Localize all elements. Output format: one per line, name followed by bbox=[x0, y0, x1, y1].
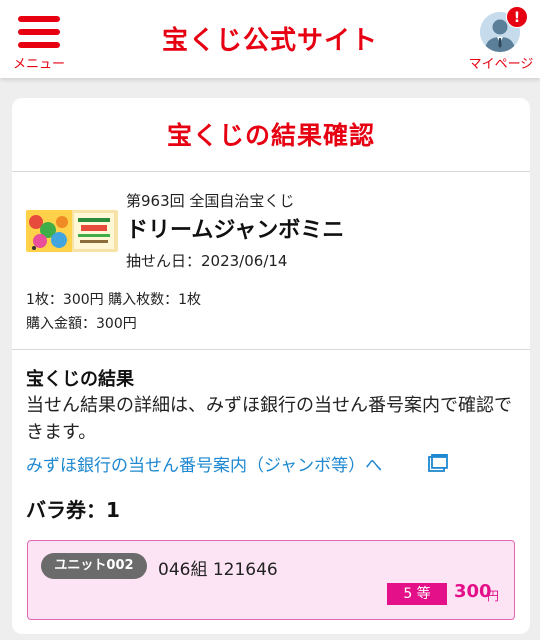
app-header: メニュー 宝くじ公式サイト ! マイページ bbox=[0, 0, 540, 78]
menu-button[interactable]: メニュー bbox=[8, 12, 70, 72]
lottery-name: ドリームジャンボミニ bbox=[126, 218, 345, 243]
draw-number: 第963回 全国自治宝くじ bbox=[126, 192, 295, 210]
section-divider bbox=[12, 349, 530, 350]
prize-rank-badge: 5 等 bbox=[387, 583, 447, 605]
unit-badge: ユニット002 bbox=[41, 553, 147, 579]
result-description: 当せん結果の詳細は、みずほ銀行の当せん番号案内で確認できます。 bbox=[26, 395, 512, 443]
mypage-button[interactable]: ! マイページ bbox=[462, 6, 540, 72]
external-link-icon[interactable] bbox=[428, 453, 448, 472]
bara-ticket-count: バラ券：1 bbox=[26, 498, 120, 522]
prize-amount: 300 bbox=[454, 581, 492, 602]
mypage-label: マイページ bbox=[468, 57, 534, 72]
price-info: 1枚：300円 購入枚数：1枚 bbox=[26, 292, 201, 308]
ticket-number: 046組 121646 bbox=[158, 560, 278, 580]
page-title: 宝くじの結果確認 bbox=[166, 121, 375, 150]
draw-date: 抽せん日：2023/06/14 bbox=[126, 252, 288, 270]
hamburger-icon bbox=[18, 16, 60, 48]
mizuho-result-link[interactable]: みずほ銀行の当せん番号案内（ジャンボ等）へ bbox=[26, 451, 382, 476]
prize-currency: 円 bbox=[487, 589, 500, 603]
site-title[interactable]: 宝くじ公式サイト bbox=[150, 20, 390, 57]
result-card: 宝くじの結果確認 第963回 全国自治宝くじ ドリームジャンボミニ 抽せん日：2… bbox=[12, 98, 530, 634]
notification-badge: ! bbox=[506, 6, 528, 28]
unit-result-row: ユニット002 046組 121646 5 等 300 円 bbox=[27, 540, 515, 620]
total-amount: 購入金額：300円 bbox=[26, 316, 137, 332]
result-heading: 宝くじの結果 bbox=[26, 369, 134, 390]
ticket-thumbnail bbox=[26, 210, 118, 252]
menu-label: メニュー bbox=[12, 57, 65, 72]
title-divider bbox=[12, 171, 530, 172]
